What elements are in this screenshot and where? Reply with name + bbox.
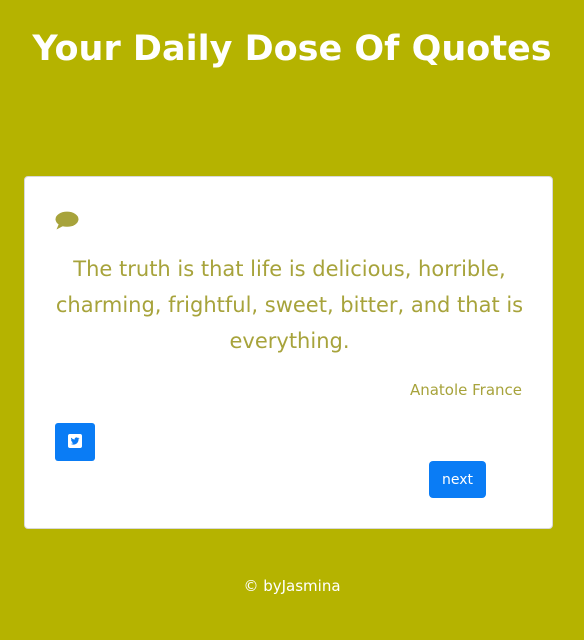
next-button[interactable]: next [429, 461, 486, 498]
page-title: Your Daily Dose Of Quotes [32, 29, 552, 69]
quote-card: The truth is that life is delicious, hor… [24, 176, 553, 529]
tweet-button[interactable] [55, 423, 95, 461]
speech-bubble-icon [55, 211, 79, 231]
footer-credit: © byJasmina [243, 577, 341, 595]
quote-author: Anatole France [409, 381, 522, 399]
twitter-icon [68, 433, 82, 451]
quote-text: The truth is that life is delicious, hor… [55, 257, 524, 353]
